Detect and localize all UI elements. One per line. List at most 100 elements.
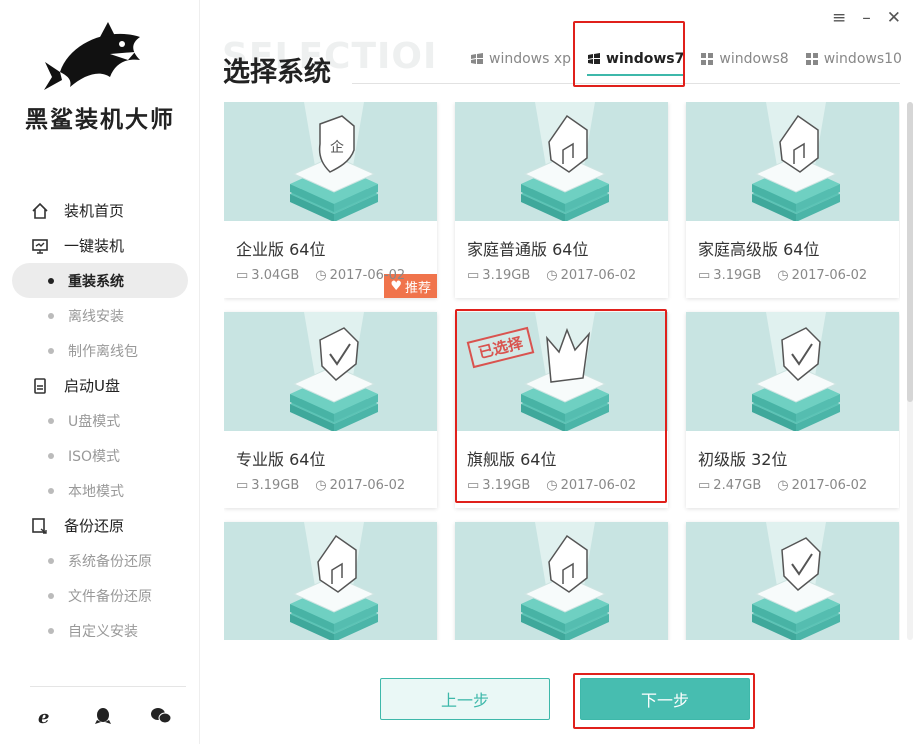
card-name: 旗舰版 64位 — [467, 450, 557, 469]
disk-icon: ▭ — [698, 268, 711, 283]
sidebar-item-one-click-install[interactable]: 一键装机 — [12, 228, 188, 263]
menu-icon[interactable]: ≡ — [832, 8, 846, 28]
sidebar-item-label: 备份还原 — [64, 517, 125, 535]
sidebar-item-system-backup-restore[interactable]: 系统备份还原 — [12, 543, 188, 578]
grid-scrollbar[interactable] — [907, 102, 913, 640]
sidebar-item-usb-mode[interactable]: U盘模式 — [12, 403, 188, 438]
card-size: 3.19GB — [713, 268, 762, 283]
window-controls: ≡ – ✕ — [832, 8, 901, 28]
system-card[interactable] — [224, 522, 437, 640]
sidebar-item-label: 重装系统 — [68, 273, 124, 290]
browser-icon[interactable]: e — [30, 701, 60, 731]
card-size: 3.04GB — [251, 268, 300, 283]
card-date: 2017-06-02 — [329, 478, 406, 493]
windows-tiles-icon — [701, 53, 714, 65]
sidebar-item-local-mode[interactable]: 本地模式 — [12, 473, 188, 508]
card-meta: ▭ 3.04GB ◷ 2017-06-02 — [236, 268, 421, 283]
bullet-icon — [48, 312, 54, 319]
disk-icon: ▭ — [236, 478, 249, 493]
card-size: 3.19GB — [482, 478, 531, 493]
qq-icon[interactable] — [88, 701, 118, 731]
tab-label: windows10 — [823, 51, 902, 67]
sidebar-item-iso-mode[interactable]: ISO模式 — [12, 438, 188, 473]
box-illustration-icon — [290, 312, 378, 431]
windows-flag-icon — [471, 53, 483, 64]
sidebar-item-label: 制作离线包 — [68, 343, 138, 360]
next-step-button[interactable]: 下一步 — [580, 678, 750, 720]
header-divider — [352, 83, 900, 84]
tab-windows7[interactable]: windows7 — [579, 42, 692, 76]
sidebar-item-backup-restore[interactable]: 备份还原 — [12, 508, 188, 543]
os-tabs: windows xp windows7 windows8 windows10 — [462, 42, 910, 76]
system-card[interactable]: 初级版 32位 ▭ 2.47GB ◷ 2017-06-02 — [686, 312, 899, 508]
card-thumbnail — [455, 102, 668, 221]
card-date: 2017-06-02 — [560, 478, 637, 493]
sidebar-item-label: ISO模式 — [68, 448, 121, 465]
windows-flag-icon — [588, 53, 601, 64]
bullet-icon — [48, 557, 54, 564]
card-name: 家庭高级版 64位 — [698, 240, 820, 259]
tab-windows8[interactable]: windows8 — [692, 42, 796, 76]
system-card[interactable]: 企 ♥ 推荐 企业版 64位 ▭ 3.04GB ◷ 2017-06-02 — [224, 102, 437, 298]
disk-icon: ▭ — [467, 268, 480, 283]
card-meta: ▭ 3.19GB ◷ 2017-06-02 — [467, 478, 652, 493]
card-date: 2017-06-02 — [560, 268, 637, 283]
brand-name: 黑鲨装机大师 — [25, 107, 175, 133]
home-icon — [28, 202, 52, 220]
sidebar-item-label: 系统备份还原 — [68, 553, 152, 570]
system-card[interactable]: 专业版 64位 ▭ 3.19GB ◷ 2017-06-02 — [224, 312, 437, 508]
shark-logo-icon — [40, 22, 160, 97]
sidebar-item-home[interactable]: 装机首页 — [12, 193, 188, 228]
backup-icon — [28, 517, 52, 535]
sidebar-item-label: 一键装机 — [64, 237, 125, 255]
card-name: 初级版 32位 — [698, 450, 788, 469]
bullet-icon — [48, 627, 54, 634]
clock-icon: ◷ — [315, 268, 327, 283]
bullet-icon — [48, 277, 54, 284]
card-name: 企业版 64位 — [236, 240, 326, 259]
sidebar-item-make-offline-package[interactable]: 制作离线包 — [12, 333, 188, 368]
prev-step-button[interactable]: 上一步 — [380, 678, 550, 720]
bullet-icon — [48, 452, 54, 459]
svg-text:e: e — [38, 707, 49, 726]
card-meta: ▭ 2.47GB ◷ 2017-06-02 — [698, 478, 883, 493]
tab-windows10[interactable]: windows10 — [797, 42, 910, 76]
card-thumbnail — [224, 312, 437, 431]
card-name: 专业版 64位 — [236, 450, 326, 469]
box-illustration-icon — [521, 312, 609, 431]
system-card-selected[interactable]: 已选择 旗舰版 64位 ▭ 3.19GB ◷ 2017-06-02 — [455, 312, 668, 508]
scrollbar-thumb[interactable] — [907, 102, 913, 402]
sidebar-item-label: 离线安装 — [68, 308, 124, 325]
system-card[interactable] — [686, 522, 899, 640]
system-card[interactable]: 家庭高级版 64位 ▭ 3.19GB ◷ 2017-06-02 — [686, 102, 899, 298]
sidebar-item-offline-install[interactable]: 离线安装 — [12, 298, 188, 333]
page-title: 选择系统 — [223, 57, 331, 88]
sidebar-nav: 装机首页 一键装机 重装系统 离线安装 制作离线包 启动U盘 U盘模式 ISO模… — [12, 193, 188, 648]
box-illustration-icon — [290, 522, 378, 640]
wechat-icon[interactable] — [146, 701, 176, 731]
box-illustration-icon: 企 — [290, 102, 378, 221]
system-card[interactable]: 家庭普通版 64位 ▭ 3.19GB ◷ 2017-06-02 — [455, 102, 668, 298]
sidebar-item-label: U盘模式 — [68, 413, 121, 430]
close-icon[interactable]: ✕ — [887, 8, 901, 28]
card-meta: ▭ 3.19GB ◷ 2017-06-02 — [236, 478, 421, 493]
sidebar-item-reinstall-system[interactable]: 重装系统 — [12, 263, 188, 298]
windows-tiles-icon — [805, 53, 818, 65]
tab-windows-xp[interactable]: windows xp — [462, 42, 579, 76]
sidebar-item-boot-usb[interactable]: 启动U盘 — [12, 368, 188, 403]
minimize-icon[interactable]: – — [862, 8, 871, 28]
sidebar-item-custom-install[interactable]: 自定义安装 — [12, 613, 188, 648]
tab-label: windows xp — [489, 51, 572, 67]
disk-icon: ▭ — [698, 478, 711, 493]
card-date: 2017-06-02 — [329, 268, 406, 283]
system-card[interactable] — [455, 522, 668, 640]
bullet-icon — [48, 417, 54, 424]
box-illustration-icon — [752, 312, 840, 431]
box-illustration-icon — [752, 522, 840, 640]
card-thumbnail — [686, 312, 899, 431]
svg-text:企: 企 — [330, 139, 344, 156]
card-size: 2.47GB — [713, 478, 762, 493]
sidebar-item-file-backup-restore[interactable]: 文件备份还原 — [12, 578, 188, 613]
card-thumbnail — [455, 522, 668, 640]
card-name: 家庭普通版 64位 — [467, 240, 589, 259]
